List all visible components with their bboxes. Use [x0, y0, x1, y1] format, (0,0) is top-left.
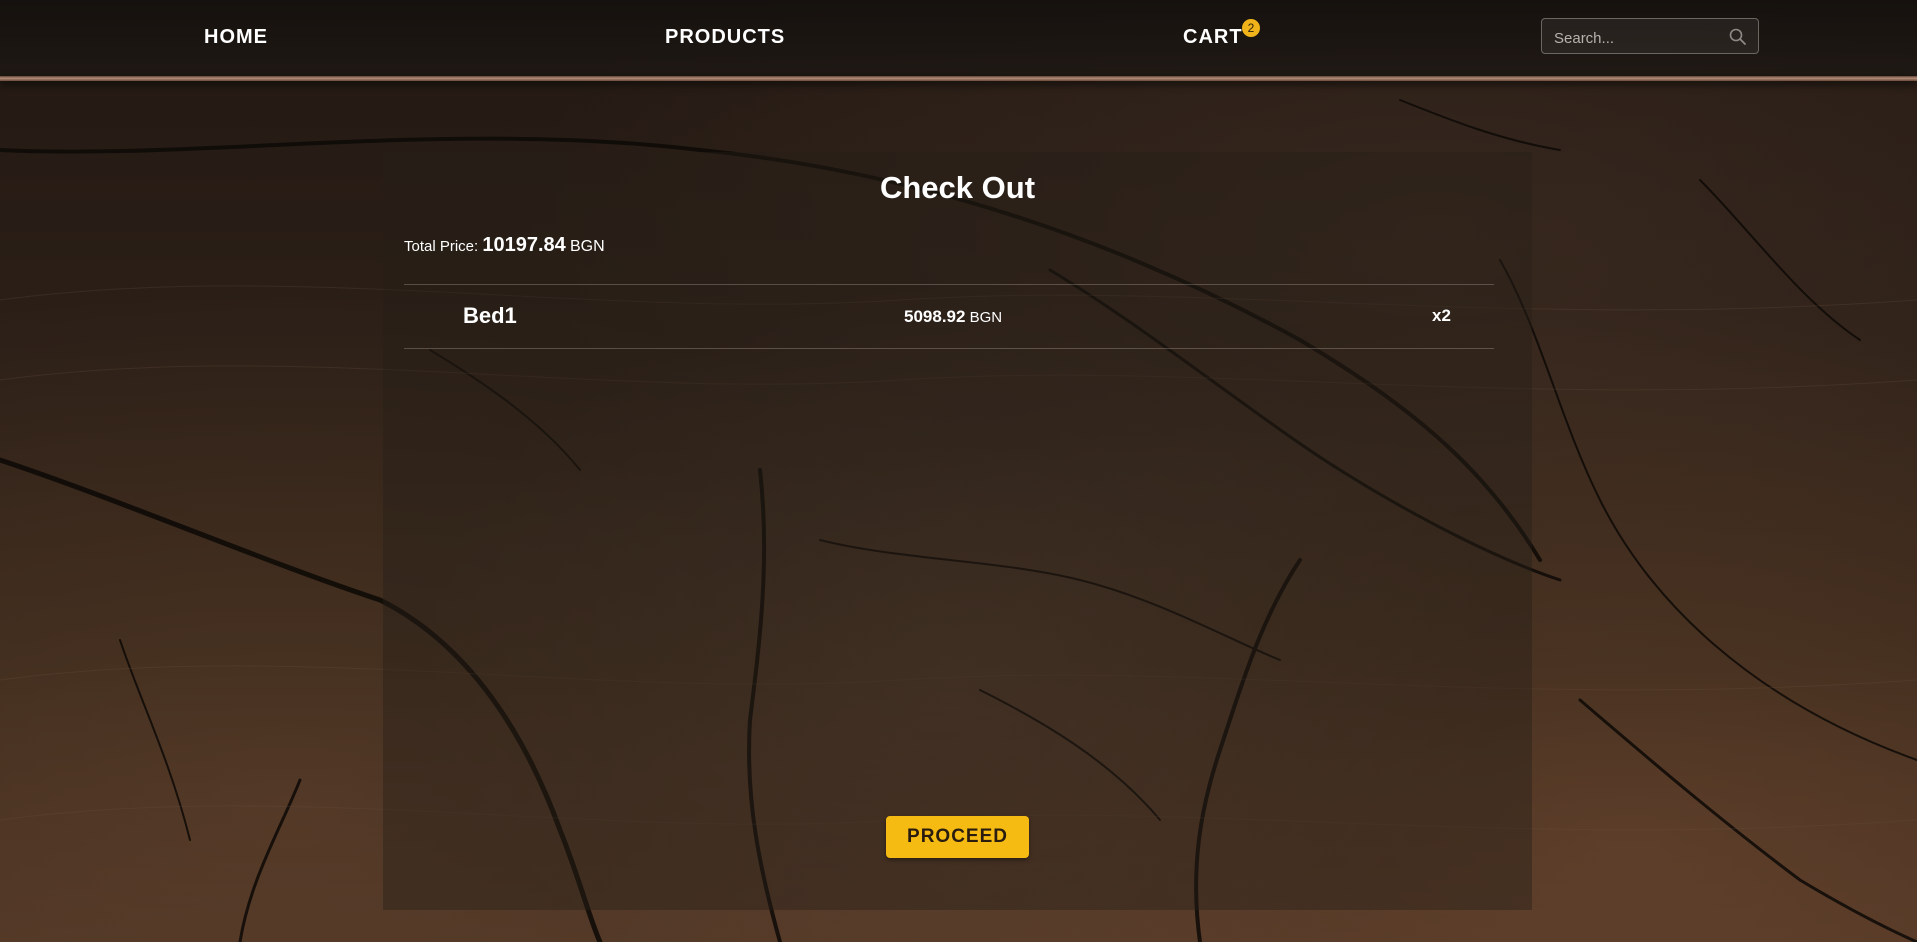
navbar-divider	[0, 76, 1917, 81]
total-price-currency: BGN	[569, 238, 605, 255]
cart-item-price: 5098.92 BGN	[904, 307, 1002, 327]
cart-item-row: Bed1 5098.92 BGN x2	[404, 284, 1494, 349]
nav-cart-link[interactable]: CART	[1183, 26, 1243, 49]
nav-home-link[interactable]: HOME	[204, 26, 268, 49]
checkout-panel: Check Out Total Price: 10197.84 BGN Bed1…	[383, 152, 1532, 910]
cart-item-price-currency: BGN	[969, 309, 1003, 326]
nav-products-link[interactable]: PRODUCTS	[665, 26, 785, 49]
proceed-button[interactable]: PROCEED	[886, 816, 1029, 858]
checkout-title: Check Out	[879, 170, 1036, 205]
cart-count-badge: 2	[1242, 19, 1260, 37]
search-icon[interactable]	[1728, 27, 1748, 47]
cart-item-quantity: x2	[1432, 306, 1451, 325]
cart-item-price-value: 5098.92	[904, 307, 966, 326]
top-navbar: HOME PRODUCTS CART 2	[0, 0, 1917, 76]
search-box	[1541, 18, 1759, 54]
cart-item-name: Bed1	[463, 303, 517, 328]
total-price-value: 10197.84	[482, 234, 566, 256]
total-price-row: Total Price: 10197.84 BGN	[404, 234, 605, 257]
search-input[interactable]	[1552, 26, 1726, 50]
total-price-label: Total Price:	[404, 238, 479, 255]
